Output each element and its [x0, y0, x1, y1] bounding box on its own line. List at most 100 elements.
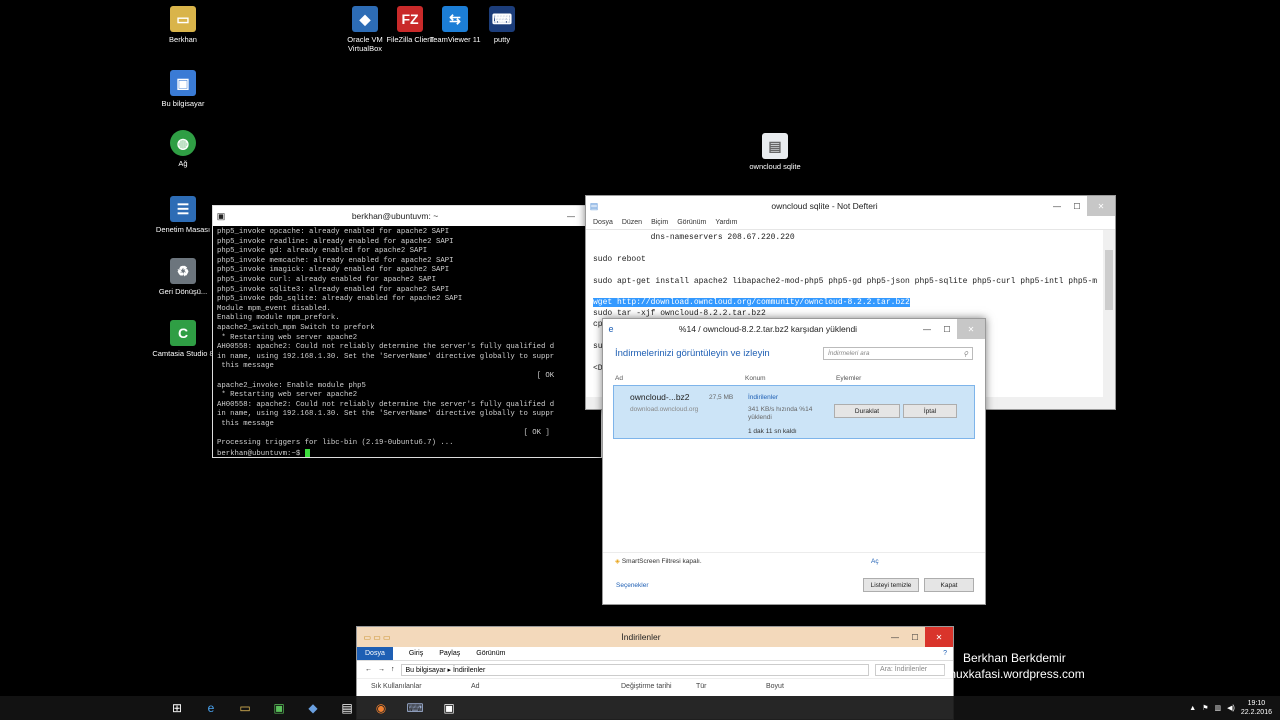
column-type[interactable]: Tür [696, 683, 766, 690]
terminal-titlebar[interactable]: ▣ berkhan@ubuntuvm: ~ — ☐ [213, 206, 601, 226]
minimize-icon[interactable]: — [561, 206, 581, 226]
firefox-icon[interactable]: ◉ [364, 696, 398, 720]
ie-icon: e [608, 324, 614, 334]
clear-list-button[interactable]: Listeyi temizle [863, 578, 919, 592]
terminal-line: php5_invoke curl: already enabled for ap… [217, 275, 436, 284]
ribbon-tab-home[interactable]: Giriş [409, 650, 423, 657]
download-item[interactable]: owncloud-...bz2 27,5 MB download.ownclou… [613, 385, 975, 439]
teamviewer-icon: ⇆ [442, 6, 468, 32]
minimize-icon[interactable]: — [885, 627, 905, 647]
selected-text: wget http://download.owncloud.org/commun… [593, 298, 910, 308]
camtasia-icon: C [170, 320, 196, 346]
desktop-icon-network[interactable]: ◍ Ağ [151, 130, 215, 168]
column-date[interactable]: Değiştirme tarihi [621, 683, 696, 690]
download-eta: 1 dak 11 sn kaldı [748, 428, 797, 435]
desktop-icon-this-pc[interactable]: ▣ Bu bilgisayar [151, 70, 215, 108]
cursor [304, 448, 310, 457]
smartscreen-enable-link[interactable]: Aç [871, 558, 879, 565]
address-input[interactable]: Bu bilgisayar ▸ İndirilenler [400, 663, 869, 676]
volume-icon[interactable]: ◀) [1227, 704, 1235, 712]
download-source: download.owncloud.org [630, 406, 699, 413]
system-tray: ▲ ⚑ ▥ ◀) 19:10 22.2.2016 [1189, 699, 1280, 717]
windows-start-icon[interactable]: ⊞ [160, 696, 194, 720]
desktop-icon-camtasia[interactable]: C Camtasia Studio 8 [151, 320, 215, 358]
up-icon[interactable]: ↑ [391, 666, 395, 673]
terminal-line: php5_invoke imagick: already enabled for… [217, 266, 450, 275]
terminal-line: php5_invoke memcache: already enabled fo… [217, 256, 454, 265]
menu-view[interactable]: Görünüm [677, 219, 706, 226]
terminal-line: [ OK ] [217, 429, 550, 438]
terminal-line: * Restarting web server apache2 [217, 333, 358, 342]
desktop-icon-owncloud-sqlite[interactable]: ▤ owncloud sqlite [743, 133, 807, 171]
forward-icon[interactable]: → [378, 666, 385, 673]
network-icon[interactable]: ▥ [1215, 704, 1222, 712]
ie-icon[interactable]: e [194, 696, 228, 720]
pause-button[interactable]: Duraklat [834, 404, 900, 418]
putty-icon[interactable]: ⌨ [398, 696, 432, 720]
scroll-thumb[interactable] [1105, 250, 1113, 310]
download-manager-window[interactable]: e %14 / owncloud-8.2.2.tar.bz2 karşıdan … [602, 318, 986, 605]
maximize-icon[interactable]: ☐ [1067, 196, 1087, 216]
ribbon-tab-file[interactable]: Dosya [357, 647, 393, 660]
clock[interactable]: 19:10 22.2.2016 [1241, 699, 1272, 717]
clock-time: 19:10 [1247, 700, 1266, 707]
column-size[interactable]: Boyut [766, 683, 784, 690]
desktop-icon-control-panel[interactable]: ☰ Denetim Masası [151, 196, 215, 234]
maximize-icon[interactable]: ☐ [937, 319, 957, 339]
file-explorer-icon[interactable]: ▭ [228, 696, 262, 720]
filezilla-icon: FZ [397, 6, 423, 32]
quick-access-label[interactable]: Sık Kullanılanlar [371, 683, 471, 690]
download-location-link[interactable]: İndirilenler [748, 394, 778, 401]
terminal-line: php5_invoke readline: already enabled fo… [217, 237, 454, 246]
menu-file[interactable]: Dosya [593, 219, 613, 226]
smartscreen-status: ◈ SmartScreen Filtresi kapalı. [615, 557, 702, 565]
ribbon-tab-view[interactable]: Görünüm [476, 650, 505, 657]
globe-icon: ◍ [170, 130, 196, 156]
notepad-title: owncloud sqlite - Not Defteri [771, 201, 878, 211]
desktop-icon-berkhan[interactable]: ▭ Berkhan [151, 6, 215, 44]
explorer-search-input[interactable]: Ara: İndirilenler [875, 663, 945, 676]
options-link[interactable]: Seçenekler [616, 582, 649, 589]
minimize-icon[interactable]: — [917, 319, 937, 339]
menu-format[interactable]: Biçim [651, 219, 668, 226]
flag-icon[interactable]: ⚑ [1202, 704, 1208, 712]
text-file-icon: ▤ [762, 133, 788, 159]
notepad-titlebar[interactable]: ▤ owncloud sqlite - Not Defteri — ☐ ✕ [586, 196, 1115, 216]
breadcrumb-this-pc[interactable]: Bu bilgisayar [406, 667, 446, 674]
terminal-screen[interactable]: php5_invoke opcache: already enabled for… [213, 226, 601, 457]
breadcrumb-downloads[interactable]: İndirilenler [453, 667, 485, 674]
virtualbox-icon[interactable]: ◆ [296, 696, 330, 720]
search-icon[interactable]: ⚲ [963, 350, 968, 358]
desktop-icon-recycle-bin[interactable]: ♻ Geri Dönüşü... [151, 258, 215, 296]
back-icon[interactable]: ← [365, 666, 372, 673]
close-icon[interactable]: ✕ [957, 319, 985, 339]
column-name[interactable]: Ad [471, 683, 621, 690]
terminal-line: Enabling module mpm_prefork. [217, 314, 340, 323]
download-search-input[interactable]: İndirmeleri ara ⚲ [823, 347, 973, 360]
close-icon[interactable]: ✕ [925, 627, 953, 647]
minimize-icon[interactable]: — [1047, 196, 1067, 216]
explorer-title: İndirilenler [621, 632, 661, 642]
download-footer: ◈ SmartScreen Filtresi kapalı. Aç Seçene… [603, 552, 985, 604]
menu-help[interactable]: Yardım [715, 219, 737, 226]
close-dialog-button[interactable]: Kapat [924, 578, 974, 592]
virtualbox-icon: ◆ [352, 6, 378, 32]
computer-icon[interactable]: ▣ [432, 696, 466, 720]
notepad-icon[interactable]: ▤ [330, 696, 364, 720]
arrow-up-icon[interactable]: ▲ [1189, 705, 1196, 712]
folder-icon: ▭ [170, 6, 196, 32]
desktop-icon-putty[interactable]: ⌨ putty [470, 6, 534, 44]
maximize-icon[interactable]: ☐ [905, 627, 925, 647]
download-file-name: owncloud-...bz2 [630, 392, 690, 402]
vertical-scrollbar[interactable] [1103, 230, 1115, 398]
close-icon[interactable]: ✕ [1087, 196, 1115, 216]
putty-icon: ▣ [216, 210, 226, 221]
explorer-titlebar[interactable]: ▭ ▭ ▭ İndirilenler — ☐ ✕ [357, 627, 953, 647]
menu-edit[interactable]: Düzen [622, 219, 642, 226]
ribbon-tab-share[interactable]: Paylaş [439, 650, 460, 657]
download-titlebar[interactable]: e %14 / owncloud-8.2.2.tar.bz2 karşıdan … [603, 319, 985, 339]
cancel-button[interactable]: İptal [903, 404, 957, 418]
camtasia-icon[interactable]: ▣ [262, 696, 296, 720]
terminal-window[interactable]: ▣ berkhan@ubuntuvm: ~ — ☐ php5_invoke op… [212, 205, 602, 458]
download-heading: İndirmelerinizi görüntüleyin ve izleyin [615, 348, 770, 359]
